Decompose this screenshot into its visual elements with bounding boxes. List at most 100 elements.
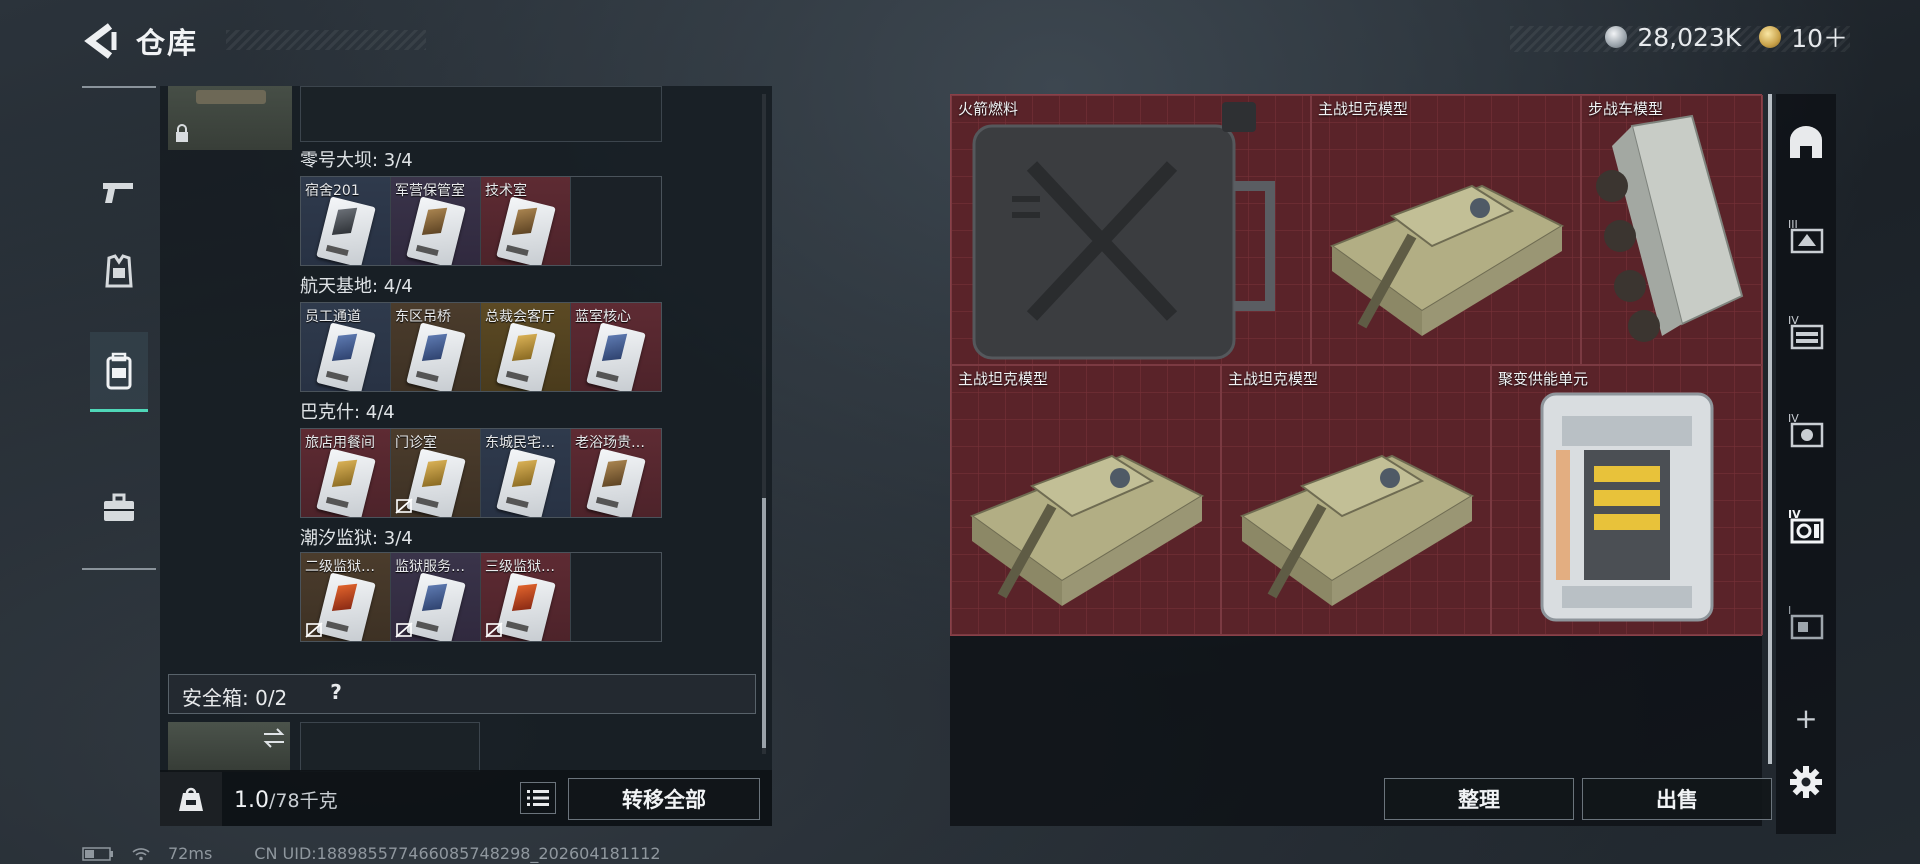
- currency-premium[interactable]: 10＋: [1791, 19, 1848, 55]
- left-scrollbar-thumb[interactable]: [762, 498, 766, 748]
- container-tier-4a-icon: IV: [1788, 314, 1824, 350]
- keycard-slot[interactable]: 宿舍201: [301, 177, 391, 265]
- page-title: 仓库: [136, 26, 199, 60]
- backpack-icon: [106, 352, 132, 389]
- keycard-slot[interactable]: 东城民宅…: [481, 429, 571, 517]
- stash-item-fusion-cell[interactable]: 聚变供能单元: [1491, 365, 1763, 635]
- tab-container-4a[interactable]: IV: [1780, 306, 1832, 358]
- stash-item-tank-model[interactable]: 主战坦克模型: [1311, 95, 1581, 365]
- keycard-image: [496, 448, 556, 517]
- keycard-label: 技术室: [485, 183, 527, 199]
- empty-keycard-slot[interactable]: [571, 553, 661, 641]
- weight-icon: [179, 787, 203, 811]
- jerrycan-icon: [972, 102, 1275, 360]
- keycard-slot[interactable]: 门诊室: [391, 429, 481, 517]
- keycard-image: [496, 322, 556, 391]
- wifi-icon: [132, 847, 150, 860]
- tab-container-3[interactable]: III: [1780, 210, 1832, 262]
- keycard-slot[interactable]: 老浴场贵…: [571, 429, 661, 517]
- list-view-button[interactable]: [520, 782, 556, 814]
- keycard-slot[interactable]: 东区吊桥: [391, 303, 481, 391]
- keycard-image: [406, 196, 466, 265]
- keycard-image: [316, 572, 376, 641]
- keycard-slot[interactable]: 监狱服务…: [391, 553, 481, 641]
- back-arrow-icon: [84, 23, 117, 59]
- back-button[interactable]: [80, 20, 122, 62]
- keycard-label: 二级监狱…: [305, 559, 375, 575]
- tab-container-4b[interactable]: IV: [1780, 404, 1832, 456]
- ping-readout: 72ms: [168, 844, 213, 863]
- weight-readout: 1.0/78千克: [234, 786, 338, 813]
- keycard-image: [586, 448, 646, 517]
- stash-item-tank-model[interactable]: 主战坦克模型: [1221, 365, 1491, 635]
- item-thumbnail: [196, 90, 266, 104]
- keycard-image: [316, 322, 376, 391]
- keycard-label: 总裁会客厅: [485, 309, 555, 325]
- keycard-label: 三级监狱…: [485, 559, 555, 575]
- stash-item-tank-model[interactable]: 主战坦克模型: [951, 365, 1221, 635]
- keycard-image: [406, 448, 466, 517]
- safebox-slot[interactable]: [168, 722, 290, 772]
- keycard-image: [496, 196, 556, 265]
- container-tier-4c-icon: IV: [1788, 508, 1824, 544]
- keycard-image: [316, 196, 376, 265]
- keycard-slot[interactable]: 二级监狱…: [301, 553, 391, 641]
- weight-current: 1.0: [234, 788, 269, 813]
- add-tab-button[interactable]: +: [1780, 692, 1832, 744]
- locked-item-slot[interactable]: [168, 86, 292, 150]
- currency-primary: 28,023K: [1637, 22, 1742, 52]
- gear-icon: [1790, 766, 1822, 798]
- weight-icon-box: [160, 772, 222, 826]
- safebox-slot-empty[interactable]: [300, 722, 480, 772]
- keycard-slot[interactable]: 员工通道: [301, 303, 391, 391]
- keycard-slot[interactable]: 旅店用餐间: [301, 429, 391, 517]
- keycard-label: 蓝室核心: [575, 309, 631, 325]
- rail-item-weapons[interactable]: [90, 152, 148, 232]
- status-line: 72ms CN UID:1889855774660857482​98_20260…: [82, 844, 661, 863]
- sell-button[interactable]: 出售: [1582, 778, 1772, 820]
- silver-coin-icon: [1605, 26, 1628, 48]
- keycard-image: [316, 448, 376, 517]
- keycard-label: 东城民宅…: [485, 435, 555, 451]
- rail-item-armor[interactable]: [90, 232, 148, 312]
- rail-item-backpack[interactable]: [90, 332, 148, 412]
- tank-icon: [1329, 184, 1565, 336]
- swap-icon: [263, 728, 285, 748]
- stash-scrollbar[interactable]: [1768, 94, 1772, 764]
- sort-button[interactable]: 整理: [1384, 778, 1574, 820]
- currency-display: 28,023K 10＋: [1591, 19, 1848, 55]
- settings-button[interactable]: [1780, 756, 1832, 808]
- weight-capacity: /78千克: [269, 790, 338, 812]
- keycard-row-dam: 宿舍201 军营保管室 技术室: [300, 176, 662, 266]
- keycard-row-spacebase: 员工通道 东区吊桥 总裁会客厅 蓝室核心: [300, 302, 662, 392]
- fusion-cell-icon: [1540, 392, 1714, 622]
- uid-readout: CN UID:1889855774660857482​98_2026041811…: [254, 844, 661, 863]
- keycard-label: 宿舍201: [305, 183, 360, 199]
- no-trade-icon: [305, 622, 323, 638]
- keycard-slot[interactable]: 军营保管室: [391, 177, 481, 265]
- keycard-slot[interactable]: 蓝室核心: [571, 303, 661, 391]
- keycard-slot[interactable]: 三级监狱…: [481, 553, 571, 641]
- briefcase-icon: [104, 493, 134, 521]
- no-trade-icon: [395, 498, 413, 514]
- keycard-slot[interactable]: 技术室: [481, 177, 571, 265]
- ifv-icon: [1596, 114, 1744, 342]
- tab-stash-main[interactable]: [1780, 116, 1832, 168]
- tab-container-1[interactable]: I: [1780, 596, 1832, 648]
- group-title-spacebase: 航天基地: 4/4: [300, 276, 413, 297]
- tab-container-4c[interactable]: IV: [1780, 500, 1832, 552]
- stash-arch-icon: [1790, 126, 1822, 158]
- keycard-slot[interactable]: 总裁会客厅: [481, 303, 571, 391]
- stash-item-rocket-fuel[interactable]: 火箭燃料: [951, 95, 1311, 365]
- keycard-label: 老浴场贵…: [575, 435, 645, 451]
- rail-item-case[interactable]: [90, 468, 148, 548]
- item-name: 火箭燃料: [958, 100, 1019, 118]
- keycard-image: [406, 572, 466, 641]
- no-trade-icon: [485, 622, 503, 638]
- safebox-help-button[interactable]: ?: [324, 680, 348, 706]
- item-name: 主战坦克模型: [1228, 370, 1319, 388]
- group-title-prison: 潮汐监狱: 3/4: [300, 528, 413, 549]
- empty-keycard-slot[interactable]: [571, 177, 661, 265]
- stash-item-ifv-model[interactable]: 步战车模型: [1581, 95, 1763, 365]
- transfer-all-button[interactable]: 转移全部: [568, 778, 760, 820]
